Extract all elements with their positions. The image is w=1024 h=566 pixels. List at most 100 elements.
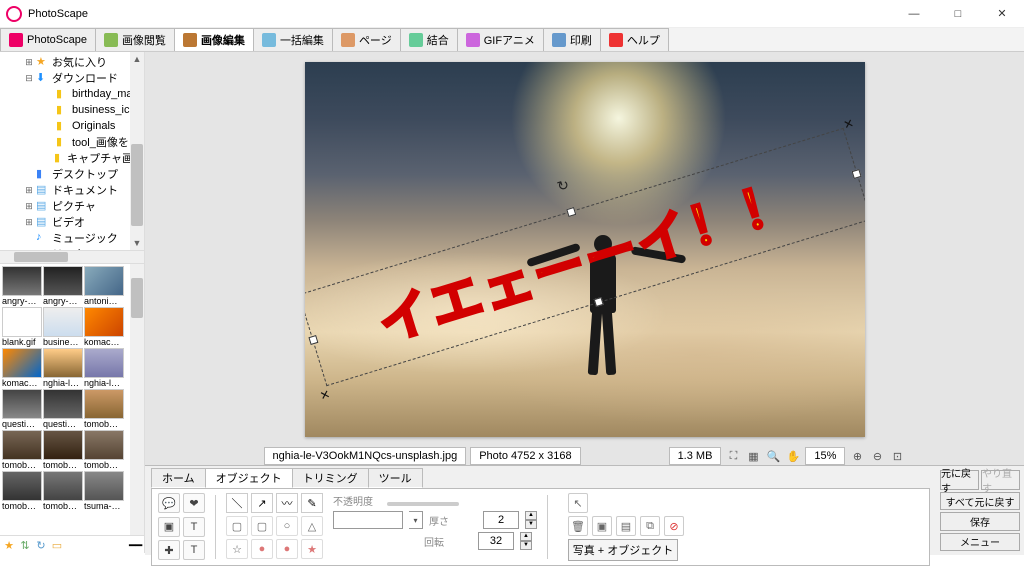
thumbnail-item[interactable]: antoni…: [84, 266, 124, 306]
tree-item[interactable]: ▮キャプチャ画像: [4, 150, 144, 166]
tree-item[interactable]: ⊞▤ピクチャ: [4, 198, 144, 214]
tree-item[interactable]: ▮Originals: [4, 118, 144, 134]
opacity-slider[interactable]: [387, 502, 459, 506]
thumbnail-item[interactable]: komac…: [2, 348, 42, 388]
star-icon[interactable]: ★: [3, 539, 15, 551]
tree-item[interactable]: ▮デスクトップ: [4, 166, 144, 182]
scroll-up-icon[interactable]: ▲: [130, 52, 144, 66]
curve-tool[interactable]: 〰: [276, 493, 298, 513]
fit-screen-icon[interactable]: ⛶: [725, 448, 741, 464]
link-icon[interactable]: ⊘: [664, 516, 684, 536]
star-fill-tool[interactable]: ★: [301, 539, 323, 559]
expand-icon[interactable]: ⊞: [24, 57, 34, 68]
handle-close-icon[interactable]: ✕: [841, 117, 851, 127]
tree-item[interactable]: ▮tool_画像をお: [4, 134, 144, 150]
photo-plus-object-button[interactable]: 写真 + オブジェクト: [568, 539, 678, 561]
rotate-input[interactable]: 32: [478, 532, 514, 550]
tree-item[interactable]: ▮business_icc: [4, 102, 144, 118]
toolbar-tab-PhotoScape[interactable]: PhotoScape: [0, 28, 96, 51]
fullscreen-icon[interactable]: ⊡: [889, 448, 905, 464]
thumbnail-item[interactable]: nghia-l…: [84, 348, 124, 388]
zoom-area-icon[interactable]: 🔍: [765, 448, 781, 464]
color-picker[interactable]: [333, 511, 403, 529]
toolbar-tab-GIFアニメ[interactable]: GIFアニメ: [457, 28, 544, 51]
thumbnail-item[interactable]: questi…: [2, 389, 42, 429]
tree-item[interactable]: ⊟⬇ダウンロード: [4, 70, 144, 86]
thumbnail-item[interactable]: tomob…: [84, 389, 124, 429]
thumbnail-item[interactable]: tomob…: [84, 430, 124, 470]
text-tool[interactable]: T: [183, 517, 205, 537]
toolbar-tab-画像編集[interactable]: 画像編集: [174, 28, 254, 51]
folder-icon[interactable]: ▭: [51, 539, 63, 551]
tree-item[interactable]: ⊞★お気に入り: [4, 54, 144, 70]
pointer-tool[interactable]: ↖: [568, 493, 588, 513]
line-tool[interactable]: ＼: [226, 493, 248, 513]
toolbar-tab-ヘルプ[interactable]: ヘルプ: [600, 28, 669, 51]
handle-corner-icon[interactable]: ✕: [318, 387, 328, 397]
toolbar-tab-画像閲覧[interactable]: 画像閲覧: [95, 28, 175, 51]
tree-item[interactable]: ⊞▤ビデオ: [4, 214, 144, 230]
expand-icon[interactable]: ⊞: [24, 201, 34, 212]
tree-item[interactable]: ▮birthday_ma: [4, 86, 144, 102]
scroll-down-icon[interactable]: ▼: [130, 236, 144, 250]
actual-size-icon[interactable]: ▦: [745, 448, 761, 464]
thumbnail-item[interactable]: angry-…: [2, 266, 42, 306]
hand-icon[interactable]: ✋: [785, 448, 801, 464]
window-minimize-button[interactable]: —: [892, 0, 936, 28]
ellipse-outline-tool[interactable]: ○: [276, 516, 298, 536]
undo-all-button[interactable]: すべて元に戻す: [940, 492, 1020, 510]
tree-item[interactable]: ♪ミュージック: [4, 230, 144, 246]
thumbnail-item[interactable]: questi…: [43, 389, 83, 429]
refresh-icon[interactable]: ↻: [35, 539, 47, 551]
panel-tab-トリミング[interactable]: トリミング: [292, 468, 369, 488]
scroll-thumb[interactable]: [131, 144, 143, 226]
symbol-tool[interactable]: ✚: [158, 540, 180, 560]
zoom-out-icon[interactable]: ⊖: [869, 448, 885, 464]
thumbnail-item[interactable]: blank.gif: [2, 307, 42, 347]
thickness-input[interactable]: 2: [483, 511, 519, 529]
thumbnail-item[interactable]: tomob…: [2, 471, 42, 511]
tree-item[interactable]: ⊞▤ドキュメント: [4, 182, 144, 198]
eyedropper-tool[interactable]: ✎: [301, 493, 323, 513]
thumbnail-item[interactable]: tomob…: [2, 430, 42, 470]
delete-object-icon[interactable]: 🗑: [568, 516, 588, 536]
thumbnail-item[interactable]: busine…: [43, 307, 83, 347]
triangle-tool[interactable]: △: [301, 516, 323, 536]
toolbar-tab-ページ[interactable]: ページ: [332, 28, 401, 51]
thickness-spinner[interactable]: ▲▼: [525, 511, 537, 529]
thumbnail-item[interactable]: tomob…: [43, 430, 83, 470]
undo-button[interactable]: 元に戻す: [940, 470, 979, 490]
speech-bubble-tool[interactable]: 💬: [158, 493, 180, 513]
sticker-tool[interactable]: ❤: [183, 493, 205, 513]
redo-button[interactable]: やり直す: [981, 470, 1020, 490]
size-slider[interactable]: ━━: [129, 539, 141, 551]
send-back-icon[interactable]: ▤: [616, 516, 636, 536]
panel-tab-ツール[interactable]: ツール: [368, 468, 423, 488]
toolbar-tab-一括編集[interactable]: 一括編集: [253, 28, 333, 51]
thumbnail-item[interactable]: tomob…: [43, 471, 83, 511]
image-canvas[interactable]: イエェーーイ！！ ↻ ✕ ✕ ✕: [305, 62, 865, 437]
toolbar-tab-結合[interactable]: 結合: [400, 28, 458, 51]
image-tool[interactable]: ▣: [158, 517, 180, 537]
expand-icon[interactable]: ⊟: [24, 73, 34, 84]
folder-tree[interactable]: ⊞★お気に入り⊟⬇ダウンロード▮birthday_ma▮business_icc…: [0, 52, 144, 250]
thumbnail-item[interactable]: nghia-l…: [43, 348, 83, 388]
color-dropdown[interactable]: ▾: [409, 511, 423, 529]
window-close-button[interactable]: ✕: [980, 0, 1024, 28]
window-maximize-button[interactable]: □: [936, 0, 980, 28]
text-vertical-tool[interactable]: T: [183, 540, 205, 560]
thumbnail-item[interactable]: komac…: [84, 307, 124, 347]
panel-tab-ホーム[interactable]: ホーム: [151, 468, 206, 488]
expand-icon[interactable]: ⊞: [24, 217, 34, 228]
thumbnail-item[interactable]: angry-…: [43, 266, 83, 306]
canvas-area[interactable]: イエェーーイ！！ ↻ ✕ ✕ ✕: [145, 52, 1024, 447]
thumbnail-item[interactable]: tsuma-…: [84, 471, 124, 511]
star-outline-tool[interactable]: ☆: [226, 539, 248, 559]
resize-handle[interactable]: [566, 207, 576, 217]
panel-tab-オブジェクト[interactable]: オブジェクト: [205, 468, 293, 488]
duplicate-icon[interactable]: ⧉: [640, 516, 660, 536]
rotate-spinner[interactable]: ▲▼: [520, 532, 532, 550]
bring-front-icon[interactable]: ▣: [592, 516, 612, 536]
menu-button[interactable]: メニュー: [940, 533, 1020, 551]
arrow-tool[interactable]: ↗: [251, 493, 273, 513]
